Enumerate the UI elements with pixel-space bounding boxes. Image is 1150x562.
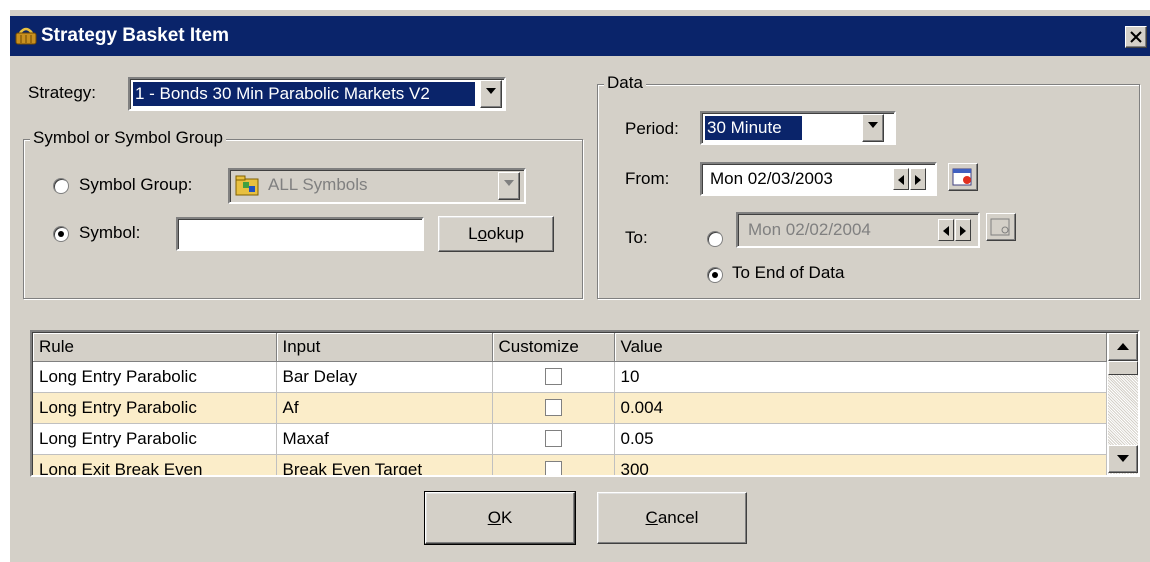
customize-checkbox[interactable] xyxy=(544,430,562,447)
strategy-selected-value: 1 - Bonds 30 Min Parabolic Markets V2 xyxy=(133,82,475,106)
column-header-customize[interactable]: Customize xyxy=(492,333,615,362)
value-cell[interactable]: 0.004 xyxy=(614,392,1107,424)
input-cell: Bar Delay xyxy=(276,361,493,393)
rules-table: Rule Input Customize Value Long Entry Pa… xyxy=(33,333,1107,475)
strategy-dropdown-button[interactable] xyxy=(480,80,502,108)
folder-icon xyxy=(234,172,260,198)
strategy-dropdown[interactable]: 1 - Bonds 30 Min Parabolic Markets V2 xyxy=(128,77,506,111)
arrow-right-icon xyxy=(915,175,921,185)
symbol-group-radio[interactable] xyxy=(53,178,69,194)
table-row[interactable]: Long Entry Parabolic Bar Delay 10 xyxy=(33,361,1107,393)
arrow-up-icon xyxy=(1117,343,1129,350)
symbol-radio[interactable] xyxy=(53,226,69,242)
rule-cell: Long Entry Parabolic xyxy=(33,361,277,393)
input-cell: Maxaf xyxy=(276,423,493,455)
calendar-icon xyxy=(952,168,972,186)
arrow-right-icon xyxy=(960,226,966,236)
customize-cell xyxy=(492,392,615,424)
ok-accel: O xyxy=(487,508,501,527)
period-dropdown-button[interactable] xyxy=(862,114,884,142)
column-header-rule[interactable]: Rule xyxy=(33,333,277,362)
calendar-icon xyxy=(990,218,1010,236)
period-selected-value: 30 Minute xyxy=(705,116,802,140)
symbol-label: Symbol: xyxy=(79,223,141,242)
from-label: From: xyxy=(625,169,670,188)
strategy-label: Strategy: xyxy=(28,83,97,102)
scroll-up-button[interactable] xyxy=(1108,333,1138,361)
to-date-value: Mon 02/02/2004 xyxy=(748,220,871,239)
to-date-field[interactable]: Mon 02/02/2004 xyxy=(736,212,980,248)
from-date-prev-button[interactable] xyxy=(893,168,909,190)
to-date-next-button[interactable] xyxy=(955,219,971,241)
cancel-button[interactable]: Cancel xyxy=(597,492,747,544)
customize-cell xyxy=(492,454,615,475)
lookup-button[interactable]: Lookup xyxy=(438,216,554,252)
radio-selected-dot xyxy=(58,231,64,237)
arrow-left-icon xyxy=(943,226,949,236)
lookup-accel: o xyxy=(477,224,488,243)
chevron-down-icon xyxy=(504,180,514,186)
symbol-group-value: ALL Symbols xyxy=(268,175,368,194)
from-date-next-button[interactable] xyxy=(910,168,926,190)
period-label: Period: xyxy=(625,119,679,138)
to-date-radio[interactable] xyxy=(707,231,723,247)
to-date-prev-button[interactable] xyxy=(938,219,954,241)
from-date-field[interactable]: Mon 02/03/2003 xyxy=(700,162,937,196)
table-row[interactable]: Long Exit Break Even Break Even Target 3… xyxy=(33,454,1107,475)
scroll-down-button[interactable] xyxy=(1108,445,1138,473)
rule-cell: Long Entry Parabolic xyxy=(33,392,277,424)
table-row[interactable]: Long Entry Parabolic Af 0.004 xyxy=(33,392,1107,424)
symbol-input[interactable] xyxy=(176,217,424,251)
scroll-thumb[interactable] xyxy=(1108,361,1138,375)
lookup-label-post: okup xyxy=(487,224,524,243)
cancel-label-rest: ancel xyxy=(657,508,699,527)
strategy-basket-item-dialog: Strategy Basket Item Strategy: 1 - Bonds… xyxy=(8,8,1150,562)
value-cell[interactable]: 300 xyxy=(614,454,1107,475)
from-calendar-button[interactable] xyxy=(948,163,978,191)
symbol-group-dropdown[interactable]: ALL Symbols xyxy=(228,168,526,204)
customize-cell xyxy=(492,423,615,455)
customize-checkbox[interactable] xyxy=(544,399,562,416)
to-end-of-data-label: To End of Data xyxy=(732,263,845,282)
title-bar[interactable]: Strategy Basket Item xyxy=(10,16,1150,56)
grid-vertical-scrollbar[interactable] xyxy=(1108,333,1138,474)
customize-checkbox[interactable] xyxy=(544,461,562,475)
rule-cell: Long Exit Break Even xyxy=(33,454,277,475)
data-legend: Data xyxy=(604,73,646,93)
close-button[interactable] xyxy=(1125,26,1147,48)
chevron-down-icon xyxy=(868,122,878,128)
from-date-value: Mon 02/03/2003 xyxy=(710,169,833,188)
close-icon xyxy=(1130,31,1142,43)
input-cell: Af xyxy=(276,392,493,424)
basket-icon xyxy=(14,24,38,48)
rule-cell: Long Entry Parabolic xyxy=(33,423,277,455)
input-cell: Break Even Target xyxy=(276,454,493,475)
window-title: Strategy Basket Item xyxy=(41,25,229,46)
symbol-group-legend: Symbol or Symbol Group xyxy=(30,128,226,148)
ok-button[interactable]: OK xyxy=(424,491,576,545)
to-calendar-button[interactable] xyxy=(986,213,1016,241)
cancel-accel: C xyxy=(645,508,658,527)
arrow-down-icon xyxy=(1117,455,1129,462)
table-row[interactable]: Long Entry Parabolic Maxaf 0.05 xyxy=(33,423,1107,455)
customize-cell xyxy=(492,361,615,393)
radio-selected-dot xyxy=(712,272,718,278)
ok-label-rest: K xyxy=(500,508,513,527)
symbol-group-label: Symbol Group: xyxy=(79,175,193,194)
to-label: To: xyxy=(625,228,648,247)
value-cell[interactable]: 0.05 xyxy=(614,423,1107,455)
value-cell[interactable]: 10 xyxy=(614,361,1107,393)
column-header-input[interactable]: Input xyxy=(276,333,493,362)
column-header-value[interactable]: Value xyxy=(614,333,1107,362)
symbol-group-dropdown-button[interactable] xyxy=(498,172,520,200)
rules-grid[interactable]: Rule Input Customize Value Long Entry Pa… xyxy=(30,330,1140,477)
to-end-of-data-radio[interactable] xyxy=(707,267,723,283)
period-dropdown[interactable]: 30 Minute xyxy=(700,111,896,145)
customize-checkbox[interactable] xyxy=(544,368,562,385)
chevron-down-icon xyxy=(486,88,496,94)
table-header-row: Rule Input Customize Value xyxy=(33,333,1107,362)
arrow-left-icon xyxy=(898,175,904,185)
lookup-label-pre: L xyxy=(468,224,478,243)
